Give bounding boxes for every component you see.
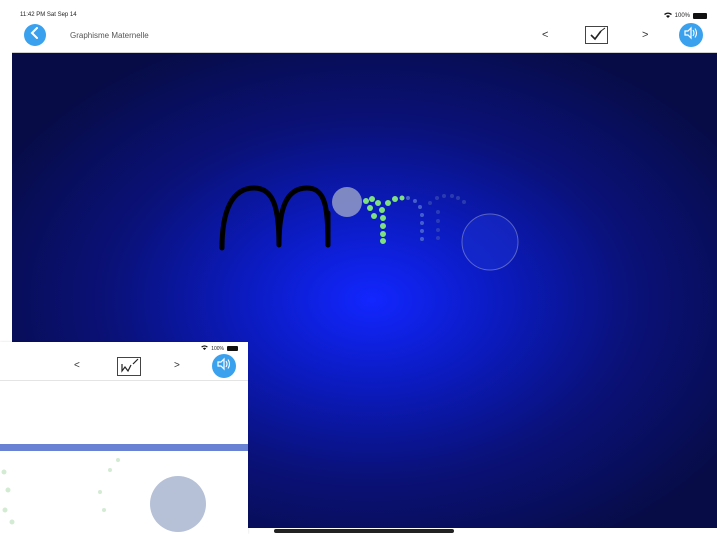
overlay-screenshot: 100% < > — [0, 342, 248, 534]
target-circle — [461, 213, 519, 271]
validate-button[interactable] — [585, 26, 608, 44]
cursor-ball — [332, 187, 362, 217]
next-button[interactable]: > — [642, 29, 648, 41]
overlay-target-circle — [150, 476, 206, 532]
page-title: Graphisme Maternelle — [70, 31, 149, 40]
home-indicator[interactable] — [274, 529, 454, 533]
remaining-dots — [406, 196, 424, 241]
previous-button[interactable]: < — [542, 29, 548, 41]
status-bar: 11:42 PM Sat Sep 14 100% — [12, 8, 717, 22]
speaker-icon — [683, 26, 699, 45]
overlay-dots — [1, 458, 120, 525]
check-pen-icon — [586, 27, 607, 47]
faded-dots — [428, 194, 466, 240]
nav-bar: Graphisme Maternelle < > — [12, 22, 717, 53]
wifi-icon — [663, 12, 672, 20]
sound-button[interactable] — [679, 23, 703, 47]
battery-percent: 100% — [674, 13, 690, 19]
active-dots — [363, 195, 405, 244]
back-button[interactable] — [24, 24, 46, 46]
chevron-left-icon — [29, 26, 41, 44]
traced-stroke-m1 — [219, 185, 331, 251]
status-time: 11:42 PM Sat Sep 14 — [20, 12, 77, 18]
status-right: 100% — [663, 12, 707, 20]
battery-icon — [693, 13, 707, 19]
